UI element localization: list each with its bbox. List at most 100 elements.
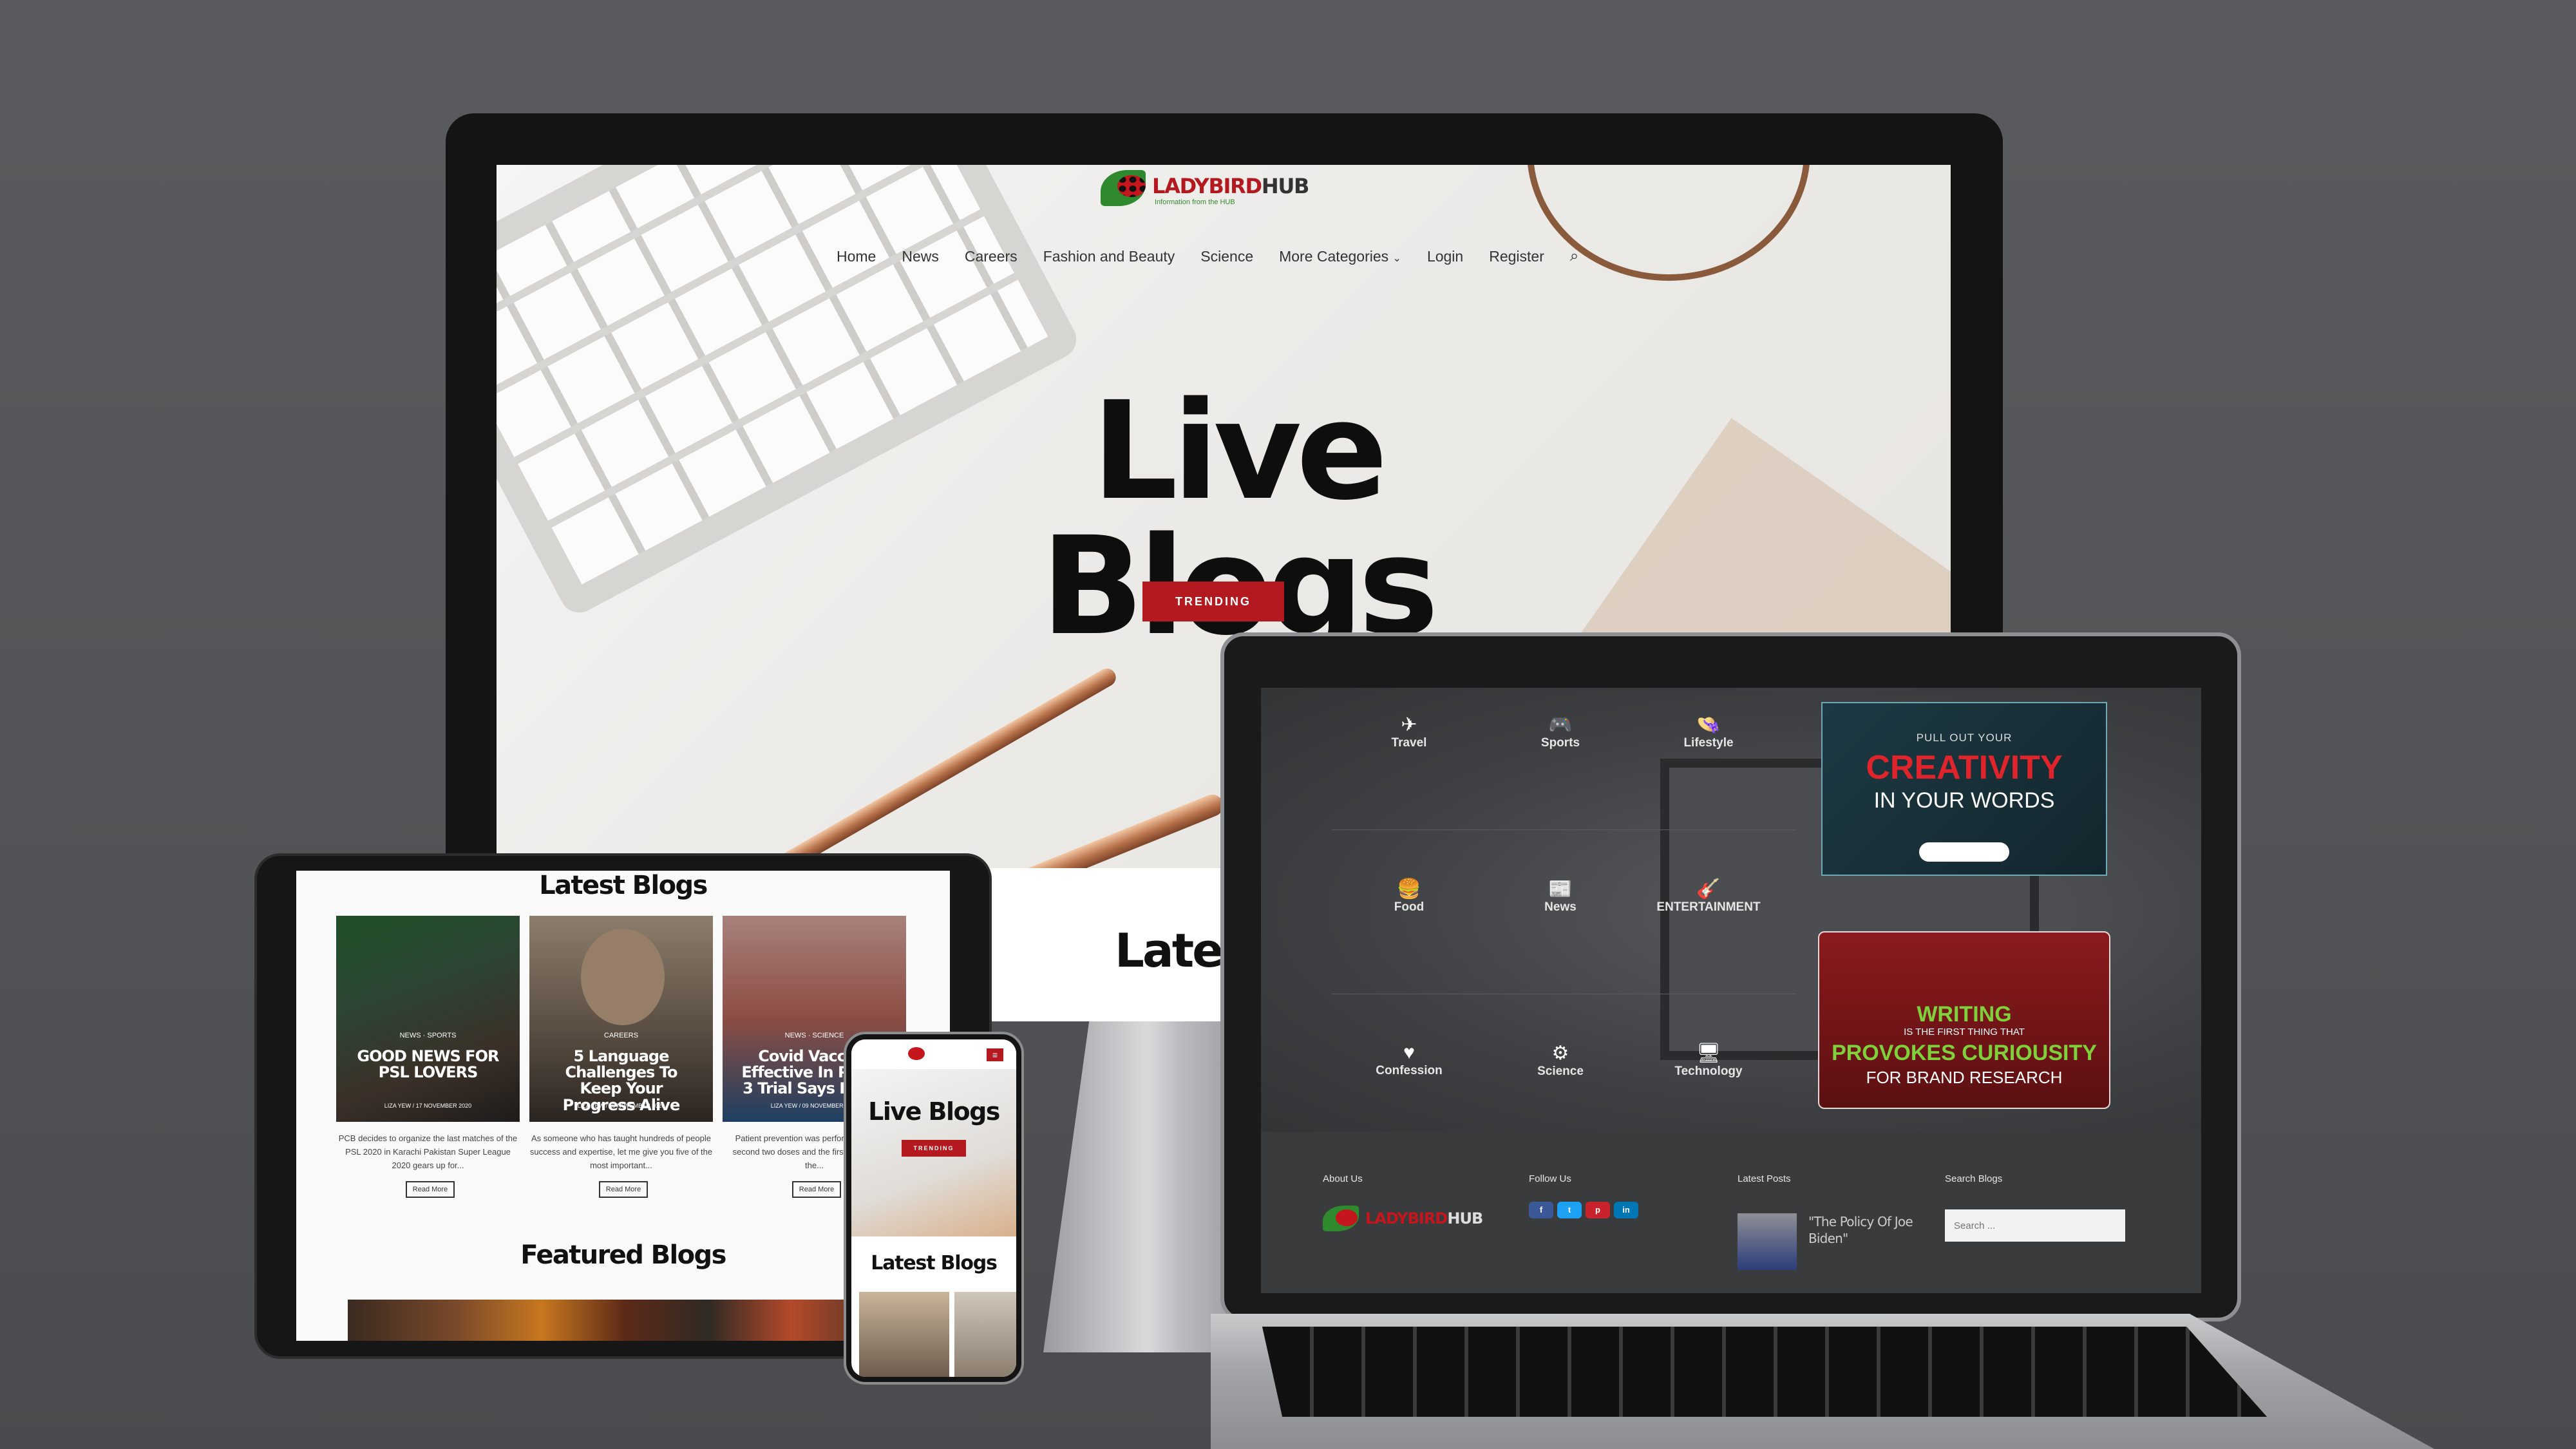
phone-trending-button[interactable]: TRENDING xyxy=(902,1140,966,1157)
ad-headline: PROVOKES CURIOUSITY xyxy=(1832,1041,2097,1065)
ad-creativity[interactable]: PULL OUT YOUR CREATIVITY IN YOUR WORDS xyxy=(1821,702,2107,876)
laptop-keyboard xyxy=(1262,1327,2267,1417)
ad-line: FOR BRAND RESEARCH xyxy=(1866,1068,2063,1087)
phone-screen: ≡ Live Blogs TRENDING Latest Blogs xyxy=(851,1039,1016,1377)
ladybird-icon xyxy=(908,1047,925,1060)
footer-about-title: About Us xyxy=(1323,1173,1363,1184)
brand-logo[interactable]: LADYBIRDHUB Information from the HUB xyxy=(1101,166,1332,211)
card-meta: LIZA YEW / 17 NOVEMBER 2020 xyxy=(384,1103,472,1109)
latest-post-item[interactable]: "The Policy Of Joe Biden" xyxy=(1738,1213,1924,1271)
brand-name-part2: HUB xyxy=(1447,1209,1483,1227)
category-entertainment[interactable]: 🎸 ENTERTAINMENT xyxy=(1644,878,1773,914)
ad-line: IN YOUR WORDS xyxy=(1873,788,2055,813)
category-label: Science xyxy=(1537,1065,1584,1078)
ladybird-icon xyxy=(1117,175,1146,197)
category-travel[interactable]: ✈ Travel xyxy=(1358,714,1461,750)
category-label: Travel xyxy=(1391,736,1427,750)
trending-button[interactable]: TRENDING xyxy=(1142,582,1284,621)
facebook-icon[interactable]: f xyxy=(1529,1202,1553,1218)
nav-register[interactable]: Register xyxy=(1489,248,1544,265)
card-excerpt: As someone who has taught hundreds of pe… xyxy=(529,1133,713,1170)
ad-line: PULL OUT YOUR xyxy=(1916,732,2012,744)
nav-more-label: More Categories xyxy=(1279,247,1389,265)
category-label: Sports xyxy=(1540,736,1580,750)
read-more-button[interactable]: Read More xyxy=(599,1181,648,1198)
divider xyxy=(1332,829,1795,830)
phone-card-image xyxy=(859,1292,949,1377)
footer-logo[interactable]: LADYBIRDHUB xyxy=(1323,1203,1503,1235)
card-image: CAREERS 5 Language Challenges To Keep Yo… xyxy=(529,916,713,1122)
brand-name-part2: HUB xyxy=(1261,174,1310,198)
ad-headline: WRITING xyxy=(1917,1002,2012,1027)
category-food[interactable]: 🍔 Food xyxy=(1358,878,1461,914)
category-news[interactable]: 📰 News xyxy=(1509,878,1612,914)
category-label: Food xyxy=(1394,900,1425,914)
newspaper-icon: 📰 xyxy=(1548,878,1573,900)
card-excerpt: PCB decides to organize the last matches… xyxy=(338,1133,518,1170)
category-label: Lifestyle xyxy=(1683,736,1734,750)
post-thumbnail xyxy=(1738,1213,1797,1270)
ad-headline: CREATIVITY xyxy=(1866,749,2063,786)
brand-name-part1: LADYBIRD xyxy=(1152,174,1262,198)
phone-hero-title: Live Blogs xyxy=(868,1097,1000,1126)
card-tags: CAREERS xyxy=(603,1032,639,1039)
search-icon[interactable]: ⌕ xyxy=(1570,247,1578,265)
card-tags: NEWS · SPORTS xyxy=(399,1032,457,1039)
phone-header: ≡ xyxy=(851,1039,1016,1069)
category-confession[interactable]: ♥ Confession xyxy=(1358,1042,1461,1078)
nav-science[interactable]: Science xyxy=(1200,248,1253,265)
chevron-down-icon: ⌄ xyxy=(1392,252,1401,264)
nav-careers[interactable]: Careers xyxy=(965,248,1018,265)
nav-login[interactable]: Login xyxy=(1427,248,1463,265)
hat-icon: 👒 xyxy=(1696,714,1721,735)
category-label: News xyxy=(1544,900,1577,914)
latest-blogs-heading: Latest Blogs xyxy=(539,871,708,900)
main-nav: Home News Careers Fashion and Beauty Sci… xyxy=(837,243,1578,269)
category-label: ENTERTAINMENT xyxy=(1656,900,1761,914)
footer-search-title: Search Blogs xyxy=(1945,1173,2003,1184)
gamepad-icon: 🎮 xyxy=(1548,714,1573,735)
menu-icon[interactable]: ≡ xyxy=(987,1048,1003,1061)
nav-fashion-beauty[interactable]: Fashion and Beauty xyxy=(1043,248,1175,265)
nav-news[interactable]: News xyxy=(902,248,939,265)
category-lifestyle[interactable]: 👒 Lifestyle xyxy=(1657,714,1760,750)
brand-tagline: Information from the HUB xyxy=(1155,198,1235,206)
phone-hero: Live Blogs TRENDING xyxy=(851,1069,1016,1236)
category-science[interactable]: ⚙ Science xyxy=(1509,1042,1612,1079)
site-footer: About Us LADYBIRDHUB Follow Us f t p in … xyxy=(1261,1132,2201,1293)
category-grid: ✈ Travel 🎮 Sports 👒 Lifestyle 🍔 Food 📰 N… xyxy=(1332,701,1795,1100)
airplane-icon: ✈ xyxy=(1401,714,1417,735)
brand-name-part1: LADYBIRD xyxy=(1365,1209,1448,1227)
card-meta: LIZA YEW / 10 NOVEMBER 2020 xyxy=(577,1103,665,1109)
read-more-button[interactable]: Read More xyxy=(792,1181,841,1198)
guitar-icon: 🎸 xyxy=(1696,878,1721,900)
pinterest-icon[interactable]: p xyxy=(1586,1202,1610,1218)
search-input[interactable] xyxy=(1945,1209,2125,1242)
linkedin-icon[interactable]: in xyxy=(1614,1202,1638,1218)
card-image: NEWS · SPORTS GOOD NEWS FOR PSL LOVERS L… xyxy=(336,916,520,1122)
footer-latest-title: Latest Posts xyxy=(1738,1173,1791,1184)
category-technology[interactable]: 🖥 Technology xyxy=(1657,1042,1760,1079)
gear-icon: ⚙ xyxy=(1551,1043,1569,1064)
phone-card-image xyxy=(954,1292,1016,1377)
ad-writing[interactable]: WRITING IS THE FIRST THING THAT PROVOKES… xyxy=(1818,931,2110,1109)
category-label: Confession xyxy=(1376,1064,1443,1077)
nav-home[interactable]: Home xyxy=(837,248,876,265)
burger-icon: 🍔 xyxy=(1397,878,1421,900)
nav-more-categories[interactable]: More Categories ⌄ xyxy=(1279,248,1401,265)
post-title: "The Policy Of Joe Biden" xyxy=(1808,1214,1913,1246)
read-more-button[interactable]: Read More xyxy=(406,1181,455,1198)
monitor-icon: 🖥 xyxy=(1696,1043,1721,1064)
laptop-screen: ✈ Travel 🎮 Sports 👒 Lifestyle 🍔 Food 📰 N… xyxy=(1261,688,2201,1293)
heart-icon: ♥ xyxy=(1403,1042,1415,1063)
footer-follow-title: Follow Us xyxy=(1529,1173,1571,1184)
phone-latest-heading: Latest Blogs xyxy=(871,1252,998,1274)
card-title: GOOD NEWS FOR PSL LOVERS xyxy=(357,1047,499,1082)
twitter-icon[interactable]: t xyxy=(1557,1202,1582,1218)
ad-line: IS THE FIRST THING THAT xyxy=(1904,1027,2025,1037)
category-sports[interactable]: 🎮 Sports xyxy=(1509,714,1612,750)
category-label: Technology xyxy=(1674,1065,1743,1078)
ad-logo-badge xyxy=(1919,842,2009,862)
social-links: f t p in xyxy=(1529,1202,1638,1218)
ladybird-icon xyxy=(1336,1209,1358,1226)
